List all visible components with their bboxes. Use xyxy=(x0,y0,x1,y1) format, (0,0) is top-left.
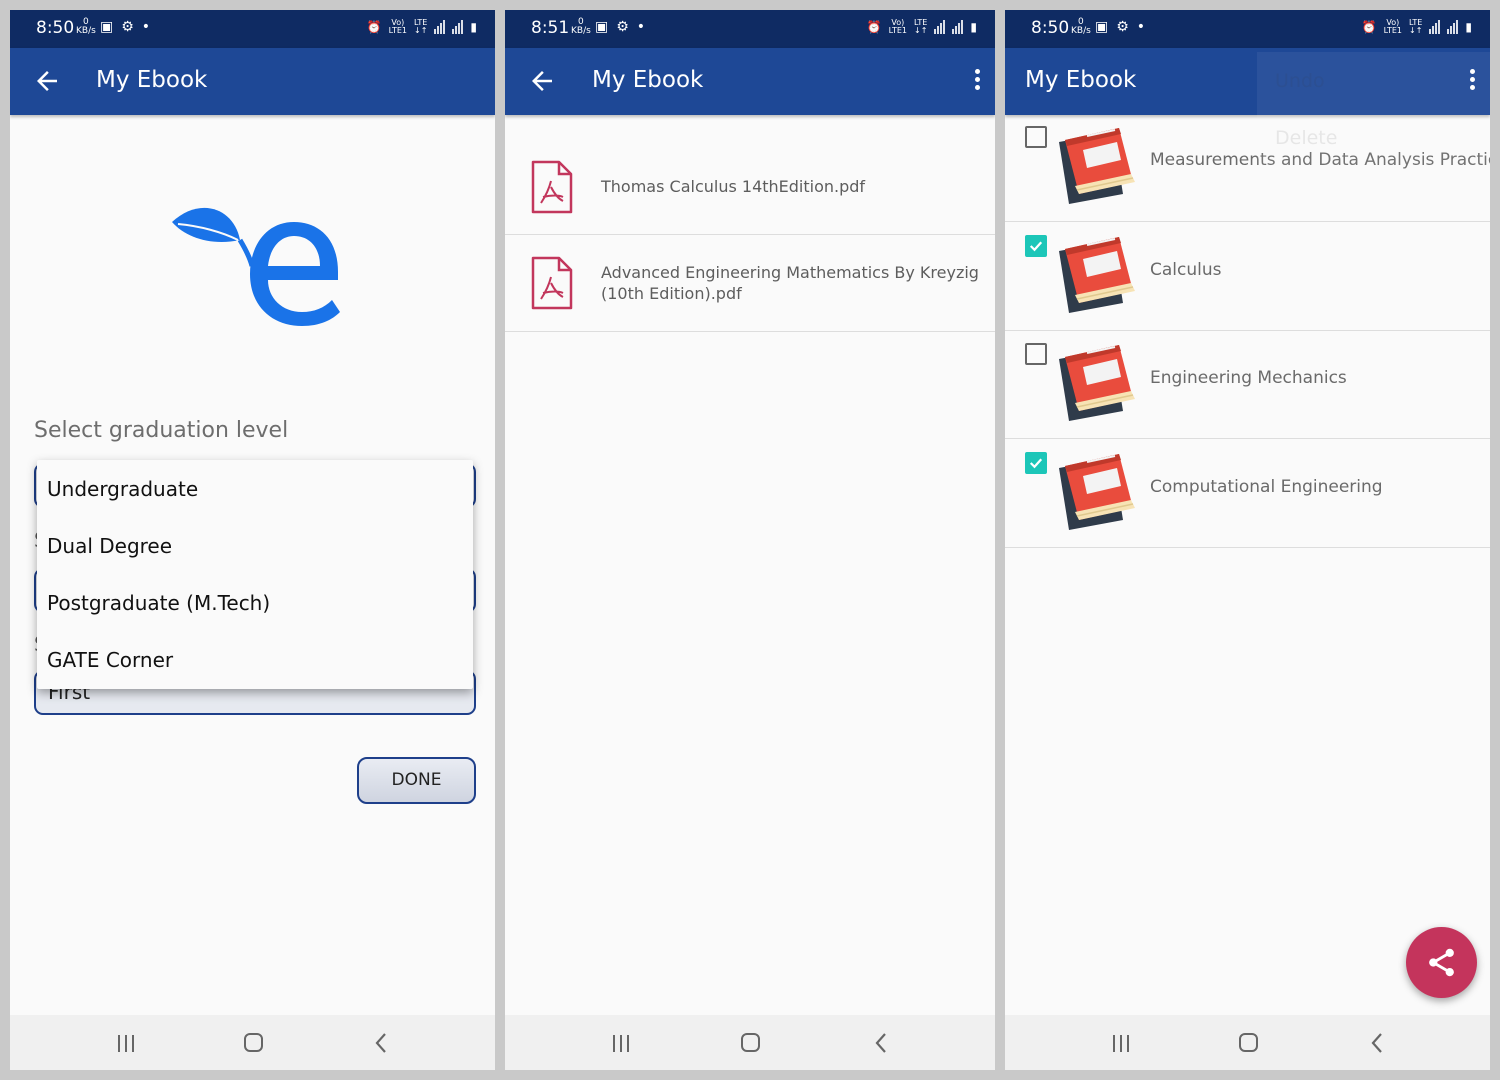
home-icon[interactable] xyxy=(244,1033,263,1052)
screen-file-list: 8:51 0 KB/s ▣⚙• ⏰ Vo) LTE1 LTE ↓↑ ▮ My Eboo… xyxy=(505,10,995,1070)
status-right-icons: ⏰ Vo) LTE1 LTE ↓↑ ▮ xyxy=(1362,19,1472,35)
book-icon xyxy=(1059,345,1135,421)
gear-icon: ⚙ xyxy=(616,19,637,35)
recent-apps-icon[interactable] xyxy=(118,1035,134,1052)
status-time: 8:51 xyxy=(531,18,570,38)
system-nav-bar xyxy=(1005,1015,1490,1070)
share-icon xyxy=(1429,948,1454,977)
screen-book-selection: 8:50 0 KB/s ▣⚙• ⏰ Vo) LTE1 LTE ↓↑ ▮ My Eboo… xyxy=(1005,10,1490,1070)
network-speed: 0 KB/s xyxy=(1071,17,1091,36)
checkbox-icon[interactable] xyxy=(1025,343,1047,365)
book-icon xyxy=(1059,453,1135,530)
status-bar: 8:50 0 KB/s ▣⚙• ⏰ Vo) LTE1 LTE ↓↑ ▮ xyxy=(1005,10,1490,48)
recent-apps-icon[interactable] xyxy=(613,1035,629,1052)
book-title: Computational Engineering xyxy=(1150,476,1383,497)
network-speed: 0 KB/s xyxy=(76,17,96,36)
dropdown-option-gate-corner[interactable]: GATE Corner xyxy=(37,631,473,688)
gear-icon: ⚙ xyxy=(121,19,142,35)
file-row[interactable]: Thomas Calculus 14thEdition.pdf xyxy=(505,115,995,235)
graduation-level-label: Select graduation level xyxy=(34,418,289,443)
recent-apps-icon[interactable] xyxy=(1113,1035,1129,1052)
book-title: Calculus xyxy=(1150,259,1222,280)
image-icon: ▣ xyxy=(100,19,122,35)
checkbox-icon[interactable] xyxy=(1025,234,1047,257)
back-arrow-icon[interactable] xyxy=(527,66,557,96)
gear-icon: ⚙ xyxy=(1116,19,1137,35)
alarm-icon: ⏰ xyxy=(866,20,882,34)
menu-item-undo[interactable]: Undo xyxy=(1257,52,1490,109)
network-speed: 0 KB/s xyxy=(571,17,591,36)
page-title: My Ebook xyxy=(96,67,208,93)
home-icon[interactable] xyxy=(1239,1033,1258,1052)
share-button[interactable] xyxy=(1406,927,1477,998)
battery-icon: ▮ xyxy=(470,20,477,34)
status-bar: 8:50 0 KB/s ▣⚙• ⏰ Vo) LTE1 LTE ↓↑ ▮ xyxy=(10,10,495,48)
system-nav-bar xyxy=(10,1015,495,1070)
volte-indicator: Vo) LTE1 xyxy=(1383,18,1402,35)
pdf-file-icon xyxy=(531,256,573,310)
volte-indicator: Vo) LTE1 xyxy=(388,18,407,35)
page-title: My Ebook xyxy=(1025,67,1137,93)
file-name: Thomas Calculus 14thEdition.pdf xyxy=(601,177,866,196)
page-title: My Ebook xyxy=(592,67,704,93)
volte-indicator: Vo) LTE1 xyxy=(888,18,907,35)
home-icon[interactable] xyxy=(741,1033,760,1052)
book-list-item[interactable]: Computational Engineering xyxy=(1005,440,1490,548)
notification-icons: ▣⚙• xyxy=(100,19,158,35)
signal-icon xyxy=(434,20,446,34)
graduation-level-dropdown: Undergraduate Dual Degree Postgraduate (… xyxy=(37,460,473,689)
book-list-item[interactable]: Engineering Mechanics xyxy=(1005,331,1490,439)
image-icon: ▣ xyxy=(1095,19,1117,35)
book-list-item[interactable]: Calculus xyxy=(1005,223,1490,331)
nav-back-icon[interactable] xyxy=(873,1032,889,1054)
status-right-icons: ⏰ Vo) LTE1 LTE ↓↑ ▮ xyxy=(867,19,977,35)
status-time: 8:50 xyxy=(36,18,75,38)
done-button[interactable]: DONE xyxy=(357,757,476,804)
dot-icon: • xyxy=(141,19,159,35)
status-bar: 8:51 0 KB/s ▣⚙• ⏰ Vo) LTE1 LTE ↓↑ ▮ xyxy=(505,10,995,48)
book-title: Engineering Mechanics xyxy=(1150,368,1347,388)
book-icon xyxy=(1059,128,1135,204)
battery-icon: ▮ xyxy=(1465,20,1472,34)
book-icon xyxy=(1059,236,1135,313)
notification-icons: ▣⚙• xyxy=(595,19,653,35)
dropdown-option-dual-degree[interactable]: Dual Degree xyxy=(37,517,473,574)
notification-icons: ▣⚙• xyxy=(1095,19,1153,35)
pdf-file-icon xyxy=(531,160,573,214)
signal-icon-2 xyxy=(952,20,964,34)
signal-icon xyxy=(934,20,946,34)
status-right-icons: ⏰ Vo) LTE1 LTE ↓↑ ▮ xyxy=(367,19,477,35)
dropdown-option-undergraduate[interactable]: Undergraduate xyxy=(37,460,473,517)
system-nav-bar xyxy=(505,1015,995,1070)
checkbox-icon[interactable] xyxy=(1025,126,1047,148)
dot-icon: • xyxy=(636,19,654,35)
app-bar: My Ebook xyxy=(505,48,995,115)
nav-back-icon[interactable] xyxy=(373,1032,389,1054)
alarm-icon: ⏰ xyxy=(1361,20,1377,34)
battery-icon: ▮ xyxy=(970,20,977,34)
dropdown-option-postgraduate[interactable]: Postgraduate (M.Tech) xyxy=(37,574,473,631)
image-icon: ▣ xyxy=(595,19,617,35)
checkbox-icon[interactable] xyxy=(1025,451,1047,474)
alarm-icon: ⏰ xyxy=(366,20,382,34)
app-logo xyxy=(172,207,340,326)
file-name: Advanced Engineering Mathematics By Krey… xyxy=(601,263,979,303)
lte-indicator: LTE ↓↑ xyxy=(413,18,428,35)
screen-select-level: 8:50 0 KB/s ▣⚙• ⏰ Vo) LTE1 LTE ↓↑ ▮ My Eboo… xyxy=(10,10,495,1070)
lte-indicator: LTE ↓↑ xyxy=(913,18,928,35)
signal-icon-2 xyxy=(1447,20,1459,34)
file-row[interactable]: Advanced Engineering Mathematics By Krey… xyxy=(505,235,995,332)
signal-icon xyxy=(1429,20,1441,34)
signal-icon-2 xyxy=(452,20,464,34)
status-time: 8:50 xyxy=(1031,18,1070,38)
overflow-menu: Undo Delete xyxy=(1257,52,1490,172)
dot-icon: • xyxy=(1136,19,1154,35)
menu-item-delete[interactable]: Delete xyxy=(1257,109,1490,166)
back-arrow-icon[interactable] xyxy=(32,66,62,96)
nav-back-icon[interactable] xyxy=(1369,1032,1385,1054)
lte-indicator: LTE ↓↑ xyxy=(1408,18,1423,35)
app-bar: My Ebook xyxy=(10,48,495,115)
more-vert-icon[interactable] xyxy=(973,69,981,93)
